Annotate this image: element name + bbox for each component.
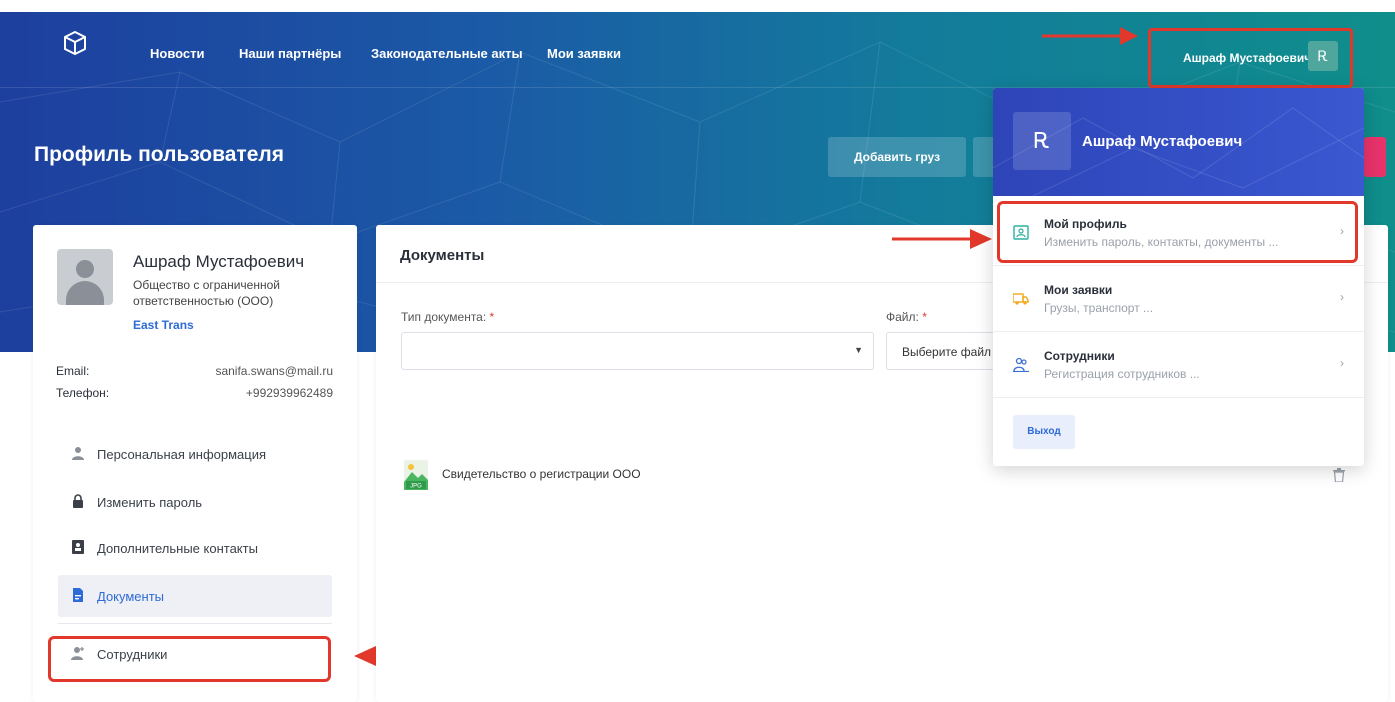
user-menu-name: Ашраф Мустафоевич — [1183, 51, 1312, 65]
email-value: sanifa.swans@mail.ru — [215, 364, 333, 378]
user-icon — [72, 447, 84, 460]
required-mark: * — [922, 310, 927, 324]
profile-name: Ашраф Мустафоевич — [133, 252, 305, 271]
document-type-select[interactable]: ▼ — [401, 332, 874, 370]
annotation-highlight-my-profile — [997, 201, 1358, 263]
caret-down-icon: ▼ — [854, 345, 863, 355]
profile-card: Ашраф Мустафоевич Общество с ограниченно… — [33, 225, 357, 702]
dropdown-item-employees[interactable]: Сотрудники Регистрация сотрудников ... › — [993, 332, 1364, 398]
sidebar-item-label: Изменить пароль — [97, 495, 203, 510]
dropdown-item-subtitle: Грузы, транспорт ... — [1044, 301, 1154, 315]
file-picker-input[interactable]: Выберите файл — [886, 332, 1006, 370]
user-avatar-icon: Ꭱ — [1308, 41, 1338, 71]
dropdown-header: Ꭱ Ашраф Мустафоевич — [993, 88, 1364, 196]
phone-value: +992939962489 — [245, 386, 333, 400]
file-label: Файл: * — [886, 310, 927, 324]
chevron-right-icon: › — [1340, 356, 1344, 370]
jpg-badge-text: JPG — [410, 484, 422, 490]
trash-icon[interactable] — [1333, 468, 1345, 482]
chevron-right-icon: › — [1340, 290, 1344, 304]
employees-icon — [1013, 357, 1029, 372]
truck-icon — [1013, 293, 1029, 305]
document-type-label-text: Тип документа: — [401, 310, 487, 324]
sidebar-item-change-password[interactable]: Изменить пароль — [58, 481, 332, 523]
documents-title: Документы — [400, 247, 485, 264]
sidebar-item-label: Дополнительные контакты — [97, 541, 258, 556]
phone-label: Телефон: — [56, 386, 110, 400]
nav-link-partners[interactable]: Наши партнёры — [239, 46, 341, 61]
nav-link-news[interactable]: Новости — [150, 46, 205, 61]
avatar — [57, 249, 113, 305]
sidebar-item-label: Документы — [97, 589, 165, 604]
sidebar-item-label: Персональная информация — [97, 447, 267, 462]
dropdown-item-subtitle: Регистрация сотрудников ... — [1044, 367, 1200, 381]
lock-icon — [73, 494, 83, 508]
annotation-highlight-employees — [48, 636, 331, 682]
document-type-label: Тип документа: * — [401, 310, 494, 324]
sidebar-divider — [58, 623, 332, 624]
sidebar-item-personal-info[interactable]: Персональная информация — [58, 433, 332, 475]
required-mark: * — [489, 310, 495, 324]
logout-button[interactable]: Выход — [1013, 415, 1075, 449]
hero-action-button[interactable] — [1364, 137, 1386, 177]
dropdown-avatar-icon: Ꭱ — [1013, 112, 1071, 170]
user-menu-toggle[interactable]: Ашраф Мустафоевич Ꭱ — [1148, 28, 1353, 88]
document-icon — [73, 588, 83, 602]
dropdown-item-title: Сотрудники — [1044, 349, 1115, 363]
user-dropdown-menu: Ꭱ Ашраф Мустафоевич Мой профиль Изменить… — [993, 88, 1364, 466]
dropdown-item-my-requests[interactable]: Мои заявки Грузы, транспорт ... › — [993, 266, 1364, 332]
dropdown-user-name: Ашраф Мустафоевич — [1082, 133, 1243, 150]
annotation-arrow-right-icon — [892, 229, 992, 249]
add-cargo-button[interactable]: Добавить груз — [828, 137, 966, 177]
contact-card-icon — [72, 540, 84, 554]
sidebar-item-extra-contacts[interactable]: Дополнительные контакты — [58, 527, 332, 569]
email-label: Email: — [56, 364, 90, 378]
top-navigation: Новости Наши партнёры Законодательные ак… — [0, 12, 1395, 88]
jpg-file-icon: JPG — [404, 460, 428, 490]
nav-link-my-requests[interactable]: Мои заявки — [547, 46, 621, 61]
page-title: Профиль пользователя — [34, 143, 284, 166]
file-label-text: Файл: — [886, 310, 919, 324]
logo-box-icon[interactable] — [62, 30, 88, 56]
sidebar-item-documents[interactable]: Документы — [58, 575, 332, 617]
dropdown-item-title: Мои заявки — [1044, 283, 1113, 297]
profile-org-type: Общество с ограниченной ответственностью… — [133, 278, 280, 308]
nav-link-laws[interactable]: Законодательные акты — [371, 46, 523, 61]
annotation-arrow-right-icon — [1042, 27, 1138, 45]
profile-company-link[interactable]: East Trans — [133, 318, 194, 332]
file-picker-placeholder: Выберите файл — [902, 345, 992, 359]
uploaded-document-name: Свидетельство о регистрации ООО — [442, 467, 641, 481]
